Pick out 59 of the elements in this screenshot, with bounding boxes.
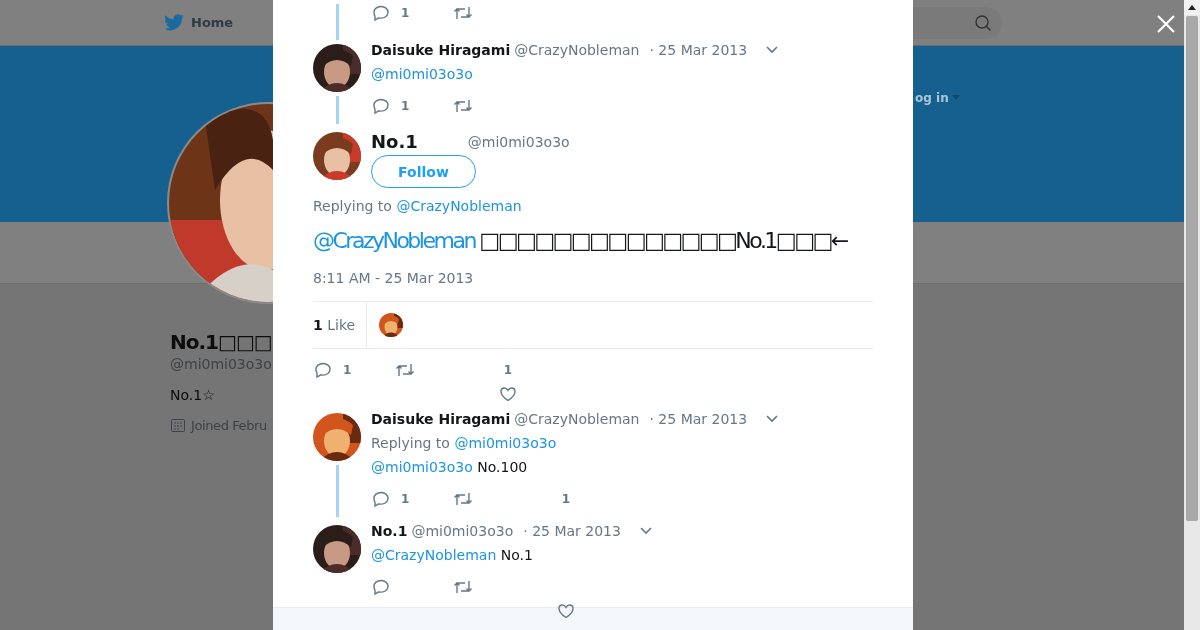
thread-line — [335, 4, 339, 40]
calendar-icon — [170, 417, 186, 433]
mention-link[interactable]: @mi0mi03o3o — [454, 435, 557, 451]
replying-to-text: Replying to @CrazyNobleman — [313, 198, 523, 214]
mention-link[interactable]: @mi0mi03o3o — [371, 459, 473, 475]
bird-icon — [163, 13, 185, 32]
profile-name: No.1□□□ — [170, 329, 272, 355]
profile-handle: @mi0mi03o3o — [170, 355, 272, 373]
search-icon — [974, 14, 992, 32]
scrollbar[interactable] — [1184, 0, 1200, 630]
reply-count: 1 — [401, 99, 410, 113]
author-name: No.1 — [371, 134, 418, 150]
tweet-date: · 25 Mar 2013 — [523, 523, 621, 539]
author-handle: @CrazyNobleman — [514, 42, 640, 58]
mention-link[interactable]: @mi0mi03o3o — [371, 66, 473, 82]
tweet-time: 8:11 AM - 25 Mar 2013 — [313, 270, 475, 286]
author-handle: @CrazyNobleman — [514, 411, 640, 427]
scroll-up-icon[interactable] — [1188, 5, 1196, 10]
mention-link[interactable]: @CrazyNobleman — [396, 198, 522, 214]
reply-count: 1 — [401, 6, 410, 20]
like-icon[interactable] — [499, 385, 517, 403]
reply-icon[interactable] — [372, 490, 390, 508]
retweet-icon[interactable] — [453, 490, 473, 508]
retweet-icon[interactable] — [453, 97, 473, 115]
likes-count[interactable]: 1 Like — [313, 302, 368, 348]
tweet-text: @CrazyNobleman No.1 — [371, 547, 534, 563]
reply-icon[interactable] — [372, 578, 390, 596]
reply-icon[interactable] — [372, 97, 390, 115]
retweet-icon[interactable] — [453, 578, 473, 596]
tweet-text: @mi0mi03o3o No.100 — [371, 459, 529, 475]
like-count: 1 — [503, 362, 513, 379]
mention-link[interactable]: @CrazyNobleman — [313, 228, 475, 253]
retweet-icon[interactable] — [395, 361, 415, 379]
author-handle: @mi0mi03o3o — [411, 523, 514, 539]
caret-icon[interactable] — [765, 414, 780, 424]
replying-to-text: Replying to @mi0mi03o3o — [371, 435, 558, 451]
tweet-date: · 25 Mar 2013 — [649, 42, 748, 58]
login-link[interactable]: og in — [915, 91, 960, 105]
caret-icon[interactable] — [638, 526, 653, 536]
close-button[interactable] — [1155, 13, 1177, 35]
profile-bio: No.1☆ — [170, 387, 215, 403]
author-name: No.1 — [371, 523, 408, 539]
tweet-date: · 25 Mar 2013 — [649, 411, 748, 427]
joined-date: Joined Febru — [191, 417, 267, 433]
reply-count: 1 — [401, 492, 410, 506]
mention-link[interactable]: @CrazyNobleman — [371, 547, 497, 563]
author-name: Daisuke Hiragami — [371, 411, 511, 427]
author-handle: @mi0mi03o3o — [467, 134, 570, 150]
like-count: 1 — [561, 491, 571, 508]
tweet-text: @CrazyNobleman □□□□□□□□□□□□□□No.1□□□← — [313, 227, 847, 255]
caret-icon[interactable] — [765, 45, 780, 55]
reply-count: 1 — [343, 363, 352, 377]
like-icon[interactable] — [557, 602, 575, 620]
reply-icon[interactable] — [314, 361, 332, 379]
home-link[interactable]: Home — [163, 13, 234, 32]
retweet-icon[interactable] — [453, 4, 473, 22]
follow-button[interactable]: Follow — [371, 155, 476, 188]
reply-icon[interactable] — [372, 4, 390, 22]
author-name: Daisuke Hiragami — [371, 42, 511, 58]
